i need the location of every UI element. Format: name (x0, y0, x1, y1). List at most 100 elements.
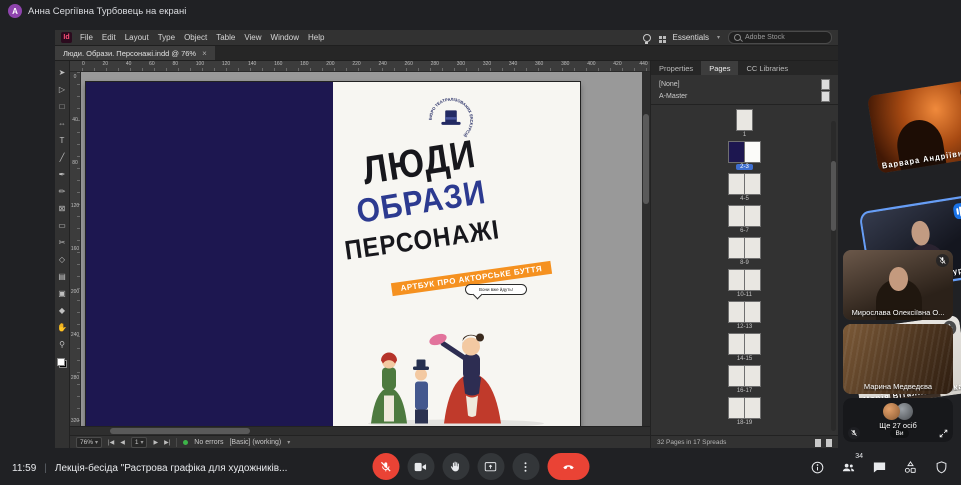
people-button[interactable]: 34 (841, 460, 856, 475)
ruler-number: 180 (300, 61, 308, 71)
gradient-tool[interactable]: ▤ (58, 268, 66, 285)
pages-scrollbar[interactable] (831, 121, 836, 431)
page-thumb-right (745, 173, 761, 195)
scissors-tool[interactable]: ✂ (59, 234, 66, 251)
present-button[interactable] (477, 453, 504, 480)
pages-panel-spread[interactable]: 1 (736, 109, 753, 138)
pencil-tool[interactable]: ✏ (59, 183, 66, 200)
zoom-level-select[interactable]: 76% ▾ (76, 437, 102, 448)
menu-file[interactable]: File (80, 33, 93, 42)
raise-hand-button[interactable] (442, 453, 469, 480)
rectangle-tool[interactable]: ▭ (58, 217, 66, 234)
page-tool[interactable]: □ (60, 98, 65, 115)
more-vert-icon (519, 460, 533, 474)
menu-window[interactable]: Window (271, 33, 299, 42)
page-thumb-left (728, 269, 745, 291)
first-page-button[interactable]: |◀ (108, 439, 114, 446)
spread-thumbnail[interactable] (728, 397, 761, 419)
gap-tool[interactable]: ⇔ (58, 115, 66, 132)
page-thumb-right (745, 333, 761, 355)
spread-thumbnail[interactable] (736, 109, 753, 131)
end-call-button[interactable] (547, 453, 589, 480)
workspace-switcher[interactable]: Essentials (673, 33, 709, 42)
spread-thumbnail[interactable] (728, 237, 761, 259)
preflight-status[interactable]: No errors (194, 439, 223, 446)
menu-layout[interactable]: Layout (125, 33, 149, 42)
pages-panel-spread[interactable]: 16-17 (728, 365, 761, 394)
pages-panel-spread[interactable]: 10-11 (728, 269, 761, 298)
panel-tab-pages[interactable]: Pages (701, 61, 738, 75)
prev-page-button[interactable]: ◀ (120, 439, 125, 446)
workspace-icon[interactable] (659, 36, 662, 39)
horizontal-scrollbar[interactable] (70, 426, 650, 435)
rectangle-frame-tool[interactable]: ⊠ (59, 200, 66, 217)
master-page-row[interactable]: A-Master (659, 90, 830, 102)
pages-panel-spread[interactable]: 2-3 (728, 141, 761, 170)
menu-object[interactable]: Object (184, 33, 207, 42)
pages-panel-spread[interactable]: 6-7 (728, 205, 761, 234)
page-right[interactable]: БЮРО ТЕАТРАЛІЗОВАНИХ ЕКСКУРСІЙ ЛЮДИ ОБРА… (333, 82, 580, 426)
mic-button[interactable] (372, 453, 399, 480)
hand-tool[interactable]: ✋ (57, 319, 67, 336)
line-tool[interactable]: ╱ (60, 149, 65, 166)
delete-page-icon[interactable] (826, 439, 832, 447)
pages-panel-spread[interactable]: 8-9 (728, 237, 761, 266)
spread-thumbnail[interactable] (728, 205, 761, 227)
lightbulb-icon[interactable] (643, 34, 651, 42)
pages-panel-spread[interactable]: 18-19 (728, 397, 761, 426)
self-mic-muted-icon[interactable] (848, 427, 860, 439)
panel-tab-cc-libraries[interactable]: CC Libraries (738, 61, 796, 75)
note-tool[interactable]: ▣ (58, 285, 66, 302)
eyedropper-tool[interactable]: ◆ (59, 302, 65, 319)
master-page-row[interactable]: [None] (659, 78, 830, 90)
camera-button[interactable] (407, 453, 434, 480)
pen-tool[interactable]: ✒ (59, 166, 66, 183)
next-page-button[interactable]: ▶ (153, 439, 158, 446)
spread-thumbnail[interactable] (728, 365, 761, 387)
participant-tile[interactable]: Мирослава Олексіївна О... (843, 250, 953, 320)
menu-view[interactable]: View (244, 33, 261, 42)
more-options-button[interactable] (512, 453, 539, 480)
host-controls-button[interactable] (934, 460, 949, 475)
pages-panel-spread[interactable]: 12-13 (728, 301, 761, 330)
spread-thumbnail[interactable] (728, 333, 761, 355)
selection-tool[interactable]: ➤ (59, 64, 66, 81)
menu-table[interactable]: Table (216, 33, 235, 42)
participant-tile[interactable]: Марина Медведєва (843, 324, 953, 394)
zoom-tool[interactable]: ⚲ (59, 336, 65, 353)
expand-icon[interactable] (939, 429, 948, 438)
info-button[interactable] (810, 460, 825, 475)
spread-thumbnail[interactable] (728, 269, 761, 291)
menu-type[interactable]: Type (158, 33, 175, 42)
type-tool[interactable]: T (60, 132, 65, 149)
direct-selection-tool[interactable]: ▷ (59, 81, 65, 98)
indesign-logo: Id (61, 32, 72, 43)
new-page-icon[interactable] (815, 439, 821, 447)
last-page-button[interactable]: ▶| (164, 439, 170, 446)
spread-page-numbers: 16-17 (733, 388, 756, 394)
panel-tab-properties[interactable]: Properties (651, 61, 701, 75)
participant-tile[interactable]: Ще 27 осіб Ви (843, 398, 953, 442)
menu-edit[interactable]: Edit (102, 33, 116, 42)
vertical-scrollbar[interactable] (642, 72, 650, 426)
menu-help[interactable]: Help (308, 33, 324, 42)
document-viewport[interactable]: 04080120160200240280320 БЮРО ТЕАТРАЛІЗОВ… (70, 72, 650, 426)
fill-stroke-swatches[interactable] (57, 358, 67, 368)
spread-thumbnail[interactable] (728, 141, 761, 163)
participant-tile[interactable]: Варвара Андріївна Волян... (867, 79, 961, 174)
scrollbar-thumb[interactable] (643, 114, 649, 204)
page-number-select[interactable]: 1 ▾ (131, 437, 148, 448)
pages-panel-spread[interactable]: 4-5 (728, 173, 761, 202)
document-tab[interactable]: Люди. Образи. Персонажі.indd @ 76% × (55, 46, 215, 60)
page-left[interactable] (86, 82, 333, 426)
close-icon[interactable]: × (202, 49, 207, 58)
activities-button[interactable] (903, 460, 918, 475)
scrollbar-thumb[interactable] (110, 428, 250, 434)
chat-button[interactable] (872, 460, 887, 475)
free-transform-tool[interactable]: ◇ (59, 251, 65, 268)
spread-thumbnail[interactable] (728, 173, 761, 195)
spread-thumbnail[interactable] (728, 301, 761, 323)
chevron-down-icon: ▾ (95, 439, 98, 446)
pages-panel-spread[interactable]: 14-15 (728, 333, 761, 362)
adobe-stock-search[interactable]: Adobe Stock (728, 31, 832, 44)
